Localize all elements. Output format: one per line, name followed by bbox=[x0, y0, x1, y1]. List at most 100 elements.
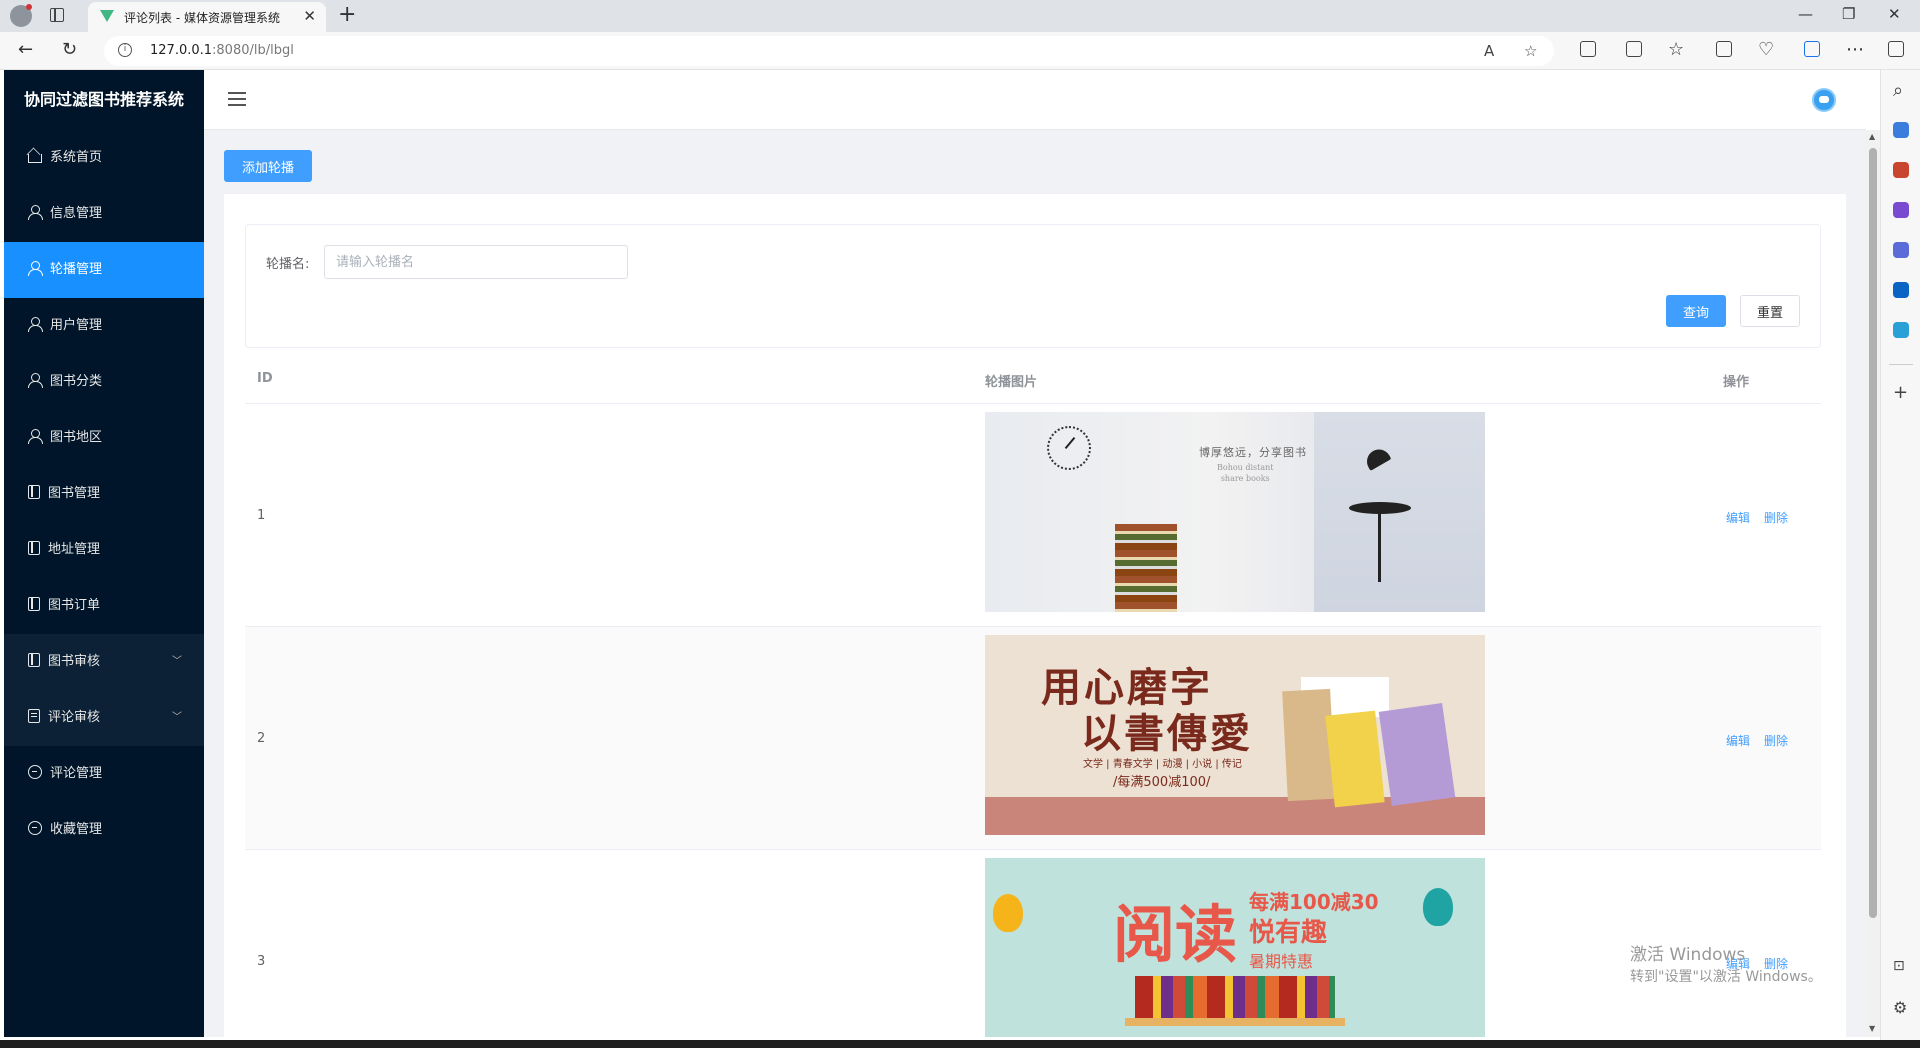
table-leg bbox=[1378, 512, 1381, 582]
book-icon bbox=[28, 484, 40, 499]
user-icon bbox=[28, 316, 43, 332]
banner-offer: 每满100减30 bbox=[1249, 890, 1379, 914]
top-header bbox=[204, 70, 1866, 130]
url-field[interactable]: i 127.0.0.1:8080/lb/lbgl A ☆ bbox=[104, 36, 1554, 66]
outlook-icon[interactable] bbox=[1893, 282, 1909, 298]
delete-link[interactable]: 删除 bbox=[1764, 511, 1788, 525]
row-id: 1 bbox=[257, 508, 266, 523]
sidebar-item-books[interactable]: 图书管理 bbox=[4, 466, 204, 522]
chat-icon bbox=[28, 764, 42, 779]
scroll-down-icon[interactable]: ▼ bbox=[1869, 1024, 1875, 1033]
app-title: 协同过滤图书推荐系统 bbox=[23, 90, 184, 109]
new-tab-button[interactable]: + bbox=[338, 2, 356, 27]
vue-favicon-icon bbox=[100, 10, 114, 22]
watermark-line-1: 激活 Windows bbox=[1630, 945, 1746, 965]
edit-link[interactable]: 编辑 bbox=[1726, 511, 1750, 525]
tab-actions-icon[interactable] bbox=[50, 8, 64, 22]
edge-sidebar: ⌕ + ⊡ ⚙ bbox=[1880, 70, 1920, 1048]
edit-link[interactable]: 编辑 bbox=[1726, 734, 1750, 748]
sidebar-item-label: 用户管理 bbox=[50, 318, 103, 333]
sidebar-item-home[interactable]: 系统首页 bbox=[4, 130, 204, 186]
notification-dot bbox=[26, 4, 32, 10]
sidebar-item-label: 轮播管理 bbox=[50, 262, 103, 277]
extensions-icon[interactable] bbox=[1580, 41, 1596, 57]
copilot-icon[interactable] bbox=[1804, 41, 1820, 57]
carousel-name-input[interactable] bbox=[324, 245, 628, 279]
back-icon[interactable]: ← bbox=[18, 39, 33, 60]
games-icon[interactable] bbox=[1893, 202, 1909, 218]
header-image: 轮播图片 bbox=[985, 375, 1038, 390]
banner-offer: /每满500减100/ bbox=[1113, 775, 1211, 790]
banner-subtitle: 暑期特惠 bbox=[1249, 952, 1314, 971]
sidebar-item-label: 收藏管理 bbox=[50, 822, 103, 837]
row-actions: 编辑 删除 bbox=[1726, 509, 1802, 526]
split-screen-icon[interactable] bbox=[1626, 41, 1642, 57]
banner-slogan: 悦有趣 bbox=[1249, 918, 1328, 948]
sidebar-item-book-region[interactable]: 图书地区 bbox=[4, 410, 204, 466]
book-cover-image bbox=[1325, 710, 1385, 808]
delete-link[interactable]: 删除 bbox=[1764, 734, 1788, 748]
sidebar-item-book-review[interactable]: 图书审核 ﹀ bbox=[4, 634, 204, 690]
banner-headline: 阅读 bbox=[1113, 898, 1238, 971]
favorite-star-icon[interactable]: ☆ bbox=[1524, 42, 1537, 60]
shelf bbox=[1125, 1018, 1345, 1026]
app-sidebar: 协同过滤图书推荐系统 系统首页 信息管理 轮播管理 用户管理 图书分类 图书地区… bbox=[4, 70, 204, 1037]
tools-icon[interactable] bbox=[1893, 162, 1909, 178]
reset-button[interactable]: 重置 bbox=[1740, 295, 1800, 327]
browser-essentials-icon[interactable]: ♡ bbox=[1758, 39, 1774, 60]
add-carousel-button[interactable]: 添加轮播 bbox=[224, 150, 312, 182]
browser-tab-bar: 评论列表 - 媒体资源管理系统 ✕ + — ❐ ✕ bbox=[0, 0, 1920, 32]
page-scrollbar[interactable]: ▲ ▼ bbox=[1866, 130, 1880, 1037]
collections-icon[interactable] bbox=[1716, 41, 1732, 57]
book-icon bbox=[28, 540, 40, 555]
bookshelf-image bbox=[1135, 976, 1335, 1018]
query-button[interactable]: 查询 bbox=[1666, 295, 1726, 327]
send-icon[interactable] bbox=[1893, 322, 1909, 338]
screenshot-icon[interactable]: ⊡ bbox=[1893, 958, 1905, 974]
sidebar-item-carousel[interactable]: 轮播管理 bbox=[4, 242, 204, 298]
table-row: 3 阅读 每满100减30 悦有趣 暑期特惠 编辑 删除 bbox=[245, 850, 1821, 1037]
restore-button[interactable]: ❐ bbox=[1842, 5, 1855, 23]
sidebar-item-book-category[interactable]: 图书分类 bbox=[4, 354, 204, 410]
scroll-up-icon[interactable]: ▲ bbox=[1869, 132, 1875, 141]
sidebar-item-comment-review[interactable]: 评论审核 ﹀ bbox=[4, 690, 204, 746]
sidebar-item-label: 图书管理 bbox=[48, 486, 101, 501]
settings-icon[interactable]: ⚙ bbox=[1893, 998, 1907, 1017]
refresh-icon[interactable]: ↻ bbox=[62, 39, 77, 60]
book-cover-image bbox=[1378, 703, 1456, 806]
menu-toggle-icon[interactable] bbox=[228, 92, 246, 106]
read-aloud-icon[interactable]: A bbox=[1484, 42, 1494, 60]
site-info-icon[interactable]: i bbox=[118, 43, 132, 57]
office-icon[interactable] bbox=[1893, 242, 1909, 258]
sidebar-item-comments[interactable]: 评论管理 bbox=[4, 746, 204, 802]
banner-image-reading: 阅读 每满100减30 悦有趣 暑期特惠 bbox=[985, 858, 1485, 1037]
sidebar-item-users[interactable]: 用户管理 bbox=[4, 298, 204, 354]
sidebar-item-favorites[interactable]: 收藏管理 bbox=[4, 802, 204, 858]
minimize-button[interactable]: — bbox=[1798, 5, 1813, 23]
header-id: ID bbox=[257, 371, 273, 386]
sidebar-item-address[interactable]: 地址管理 bbox=[4, 522, 204, 578]
scrollbar-thumb[interactable] bbox=[1869, 148, 1877, 918]
book-stack-image bbox=[1115, 524, 1177, 612]
search-panel: 轮播名: 查询 重置 bbox=[245, 224, 1821, 348]
document-icon bbox=[28, 708, 40, 723]
close-window-button[interactable]: ✕ bbox=[1888, 5, 1901, 23]
close-tab-icon[interactable]: ✕ bbox=[303, 7, 316, 25]
favorites-icon[interactable]: ☆ bbox=[1668, 39, 1684, 60]
sidebar-toggle-icon[interactable] bbox=[1888, 41, 1904, 57]
tab-title: 评论列表 - 媒体资源管理系统 bbox=[124, 11, 280, 25]
more-menu-icon[interactable]: ⋯ bbox=[1846, 39, 1864, 60]
search-icon[interactable]: ⌕ bbox=[1893, 80, 1903, 101]
banner-text: 博厚悠远，分享图书 bbox=[1199, 446, 1307, 459]
watermark-line-2: 转到"设置"以激活 Windows。 bbox=[1630, 969, 1822, 985]
clock-icon bbox=[1047, 426, 1091, 470]
user-icon bbox=[28, 260, 43, 276]
sidebar-item-info[interactable]: 信息管理 bbox=[4, 186, 204, 242]
windows-activation-watermark: 激活 Windows 转到"设置"以激活 Windows。 bbox=[1630, 944, 1822, 988]
shopping-icon[interactable] bbox=[1893, 122, 1909, 138]
avatar[interactable] bbox=[1812, 88, 1836, 112]
browser-tab[interactable]: 评论列表 - 媒体资源管理系统 ✕ bbox=[88, 2, 326, 32]
add-icon[interactable]: + bbox=[1893, 382, 1908, 403]
sidebar-item-orders[interactable]: 图书订单 bbox=[4, 578, 204, 634]
home-icon bbox=[28, 154, 42, 163]
